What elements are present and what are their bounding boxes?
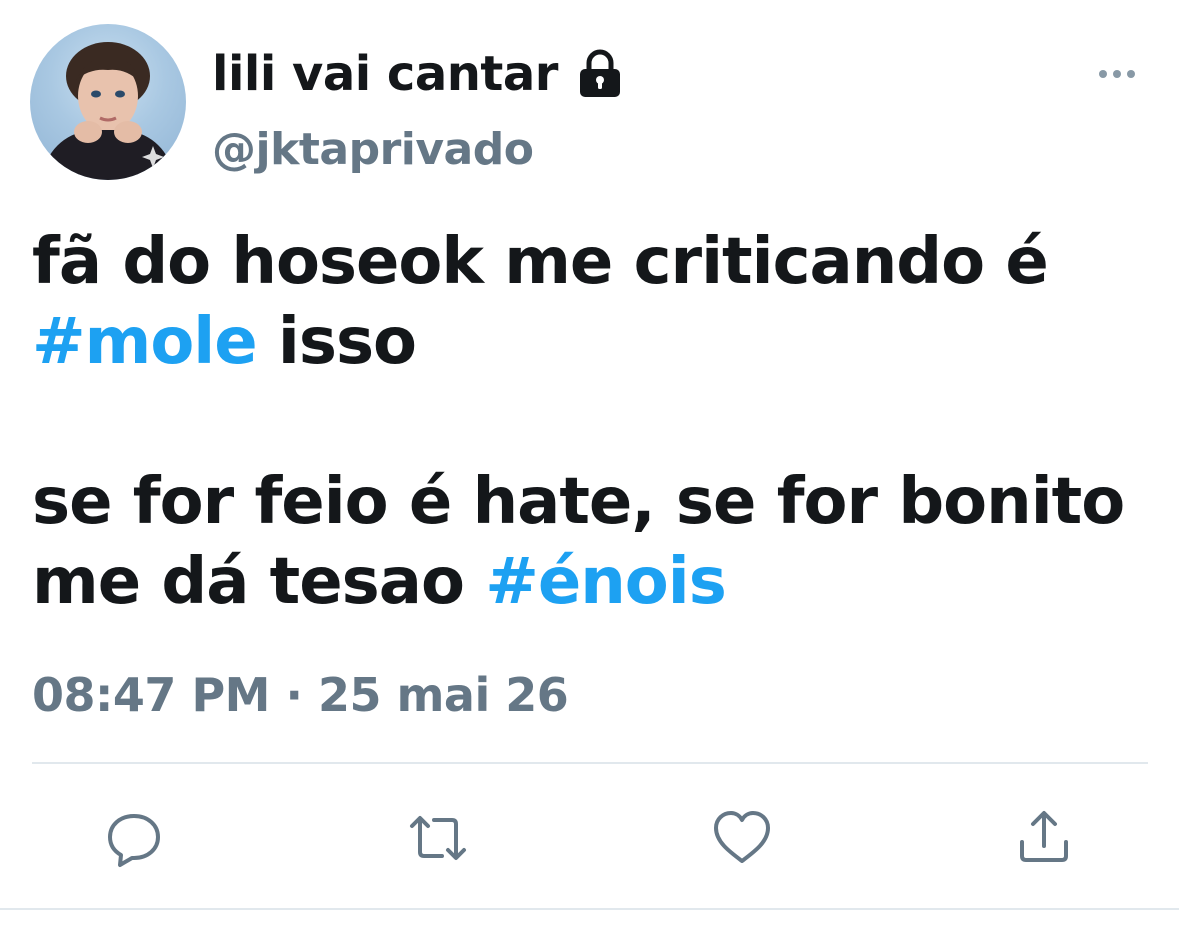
tweet-date: 25 mai 26 — [317, 668, 569, 722]
tweet-line-3: se for feio é hate, se for bonito — [32, 465, 1125, 539]
tweet-line-4-text: me dá tesao — [32, 545, 486, 619]
user-handle[interactable]: @jktaprivado — [212, 122, 534, 178]
tweet-line-4: me dá tesao #énois — [32, 542, 1142, 622]
avatar-image — [40, 42, 176, 180]
tweet-line-2: #mole isso — [32, 302, 1142, 382]
reply-icon — [108, 814, 160, 867]
tweet-line-1: fã do hoseok me criticando é — [32, 225, 1049, 299]
display-name-text: lili vai cantar — [212, 46, 558, 102]
share-icon — [1020, 811, 1068, 862]
hashtag-link-mole[interactable]: #mole — [32, 305, 258, 379]
more-horizontal-icon[interactable] — [1097, 62, 1137, 86]
display-name[interactable]: lili vai cantar — [212, 44, 624, 104]
tweet-card: lili vai cantar @jktaprivado fã do hoseo… — [0, 0, 1179, 927]
tweet-text: fã do hoseok me criticando é #mole isso … — [32, 222, 1142, 622]
reply-button[interactable] — [104, 808, 164, 868]
tweet-time: 08:47 PM — [32, 668, 270, 722]
tweet-timestamp[interactable]: 08:47 PM · 25 mai 26 — [32, 666, 569, 724]
bottom-divider — [0, 908, 1179, 910]
like-button[interactable] — [712, 808, 772, 868]
retweet-button[interactable] — [408, 808, 468, 868]
tweet-line-2-text: isso — [256, 305, 417, 379]
heart-icon — [714, 811, 770, 863]
avatar[interactable] — [30, 24, 186, 180]
share-button[interactable] — [1014, 808, 1074, 868]
timestamp-separator: · — [269, 668, 318, 722]
divider — [32, 762, 1148, 764]
lock-icon — [576, 48, 624, 100]
hashtag-link-enois[interactable]: #énois — [485, 545, 727, 619]
retweet-icon — [410, 816, 466, 860]
